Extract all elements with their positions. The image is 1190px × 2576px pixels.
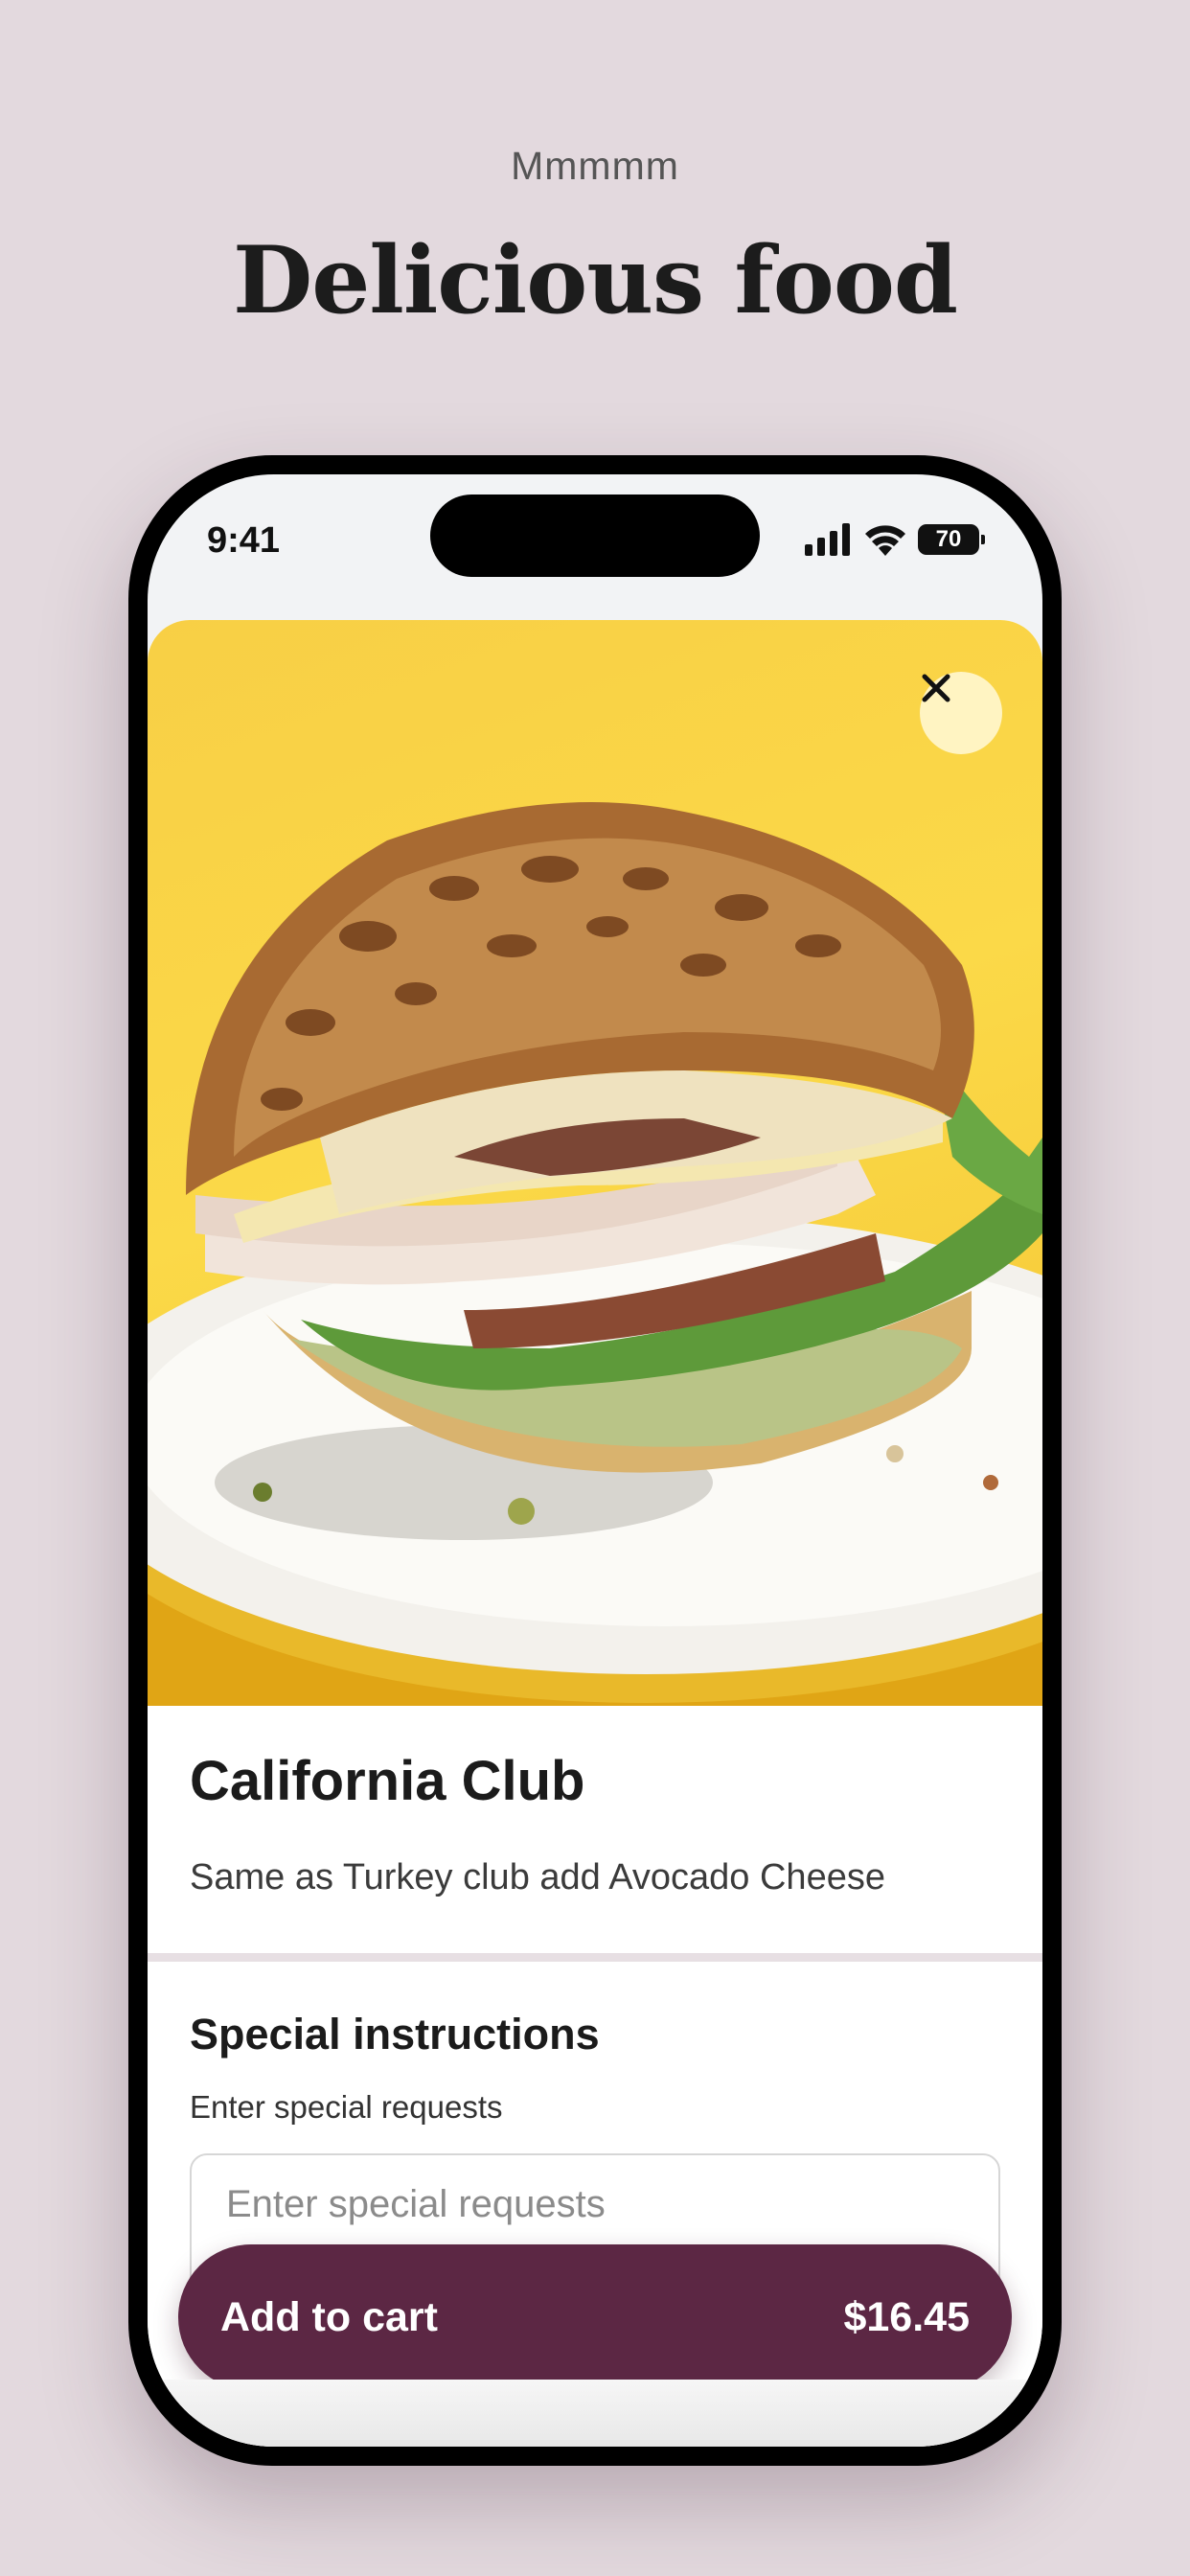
wifi-icon	[865, 525, 905, 556]
bottom-safe-area	[148, 2380, 1042, 2447]
sandwich-illustration	[148, 802, 1042, 1706]
special-requests-input[interactable]	[224, 2182, 956, 2227]
cart-price: $16.45	[843, 2293, 970, 2340]
battery-icon: 70	[918, 524, 985, 555]
special-instructions-title: Special instructions	[190, 2010, 600, 2058]
item-sheet: California Club Same as Turkey club add …	[148, 620, 1042, 2447]
item-description: Same as Turkey club add Avocado Cheese	[190, 1857, 885, 1898]
status-time: 9:41	[207, 520, 281, 561]
phone-screen: 9:41 70 California Club Same as Turkey c…	[148, 474, 1042, 2447]
status-icons: 70	[805, 522, 985, 557]
add-to-cart-label: Add to cart	[220, 2293, 438, 2340]
add-to-cart-button[interactable]: Add to cart $16.45	[178, 2244, 1012, 2390]
page-headline: Delicious food	[233, 226, 958, 334]
item-image	[148, 620, 1042, 1706]
special-instructions-subtitle: Enter special requests	[190, 2089, 503, 2125]
kicker-text: Mmmmm	[511, 144, 679, 188]
section-divider	[148, 1953, 1042, 1962]
signal-icon	[805, 523, 850, 556]
phone-frame: 9:41 70 California Club Same as Turkey c…	[128, 455, 1062, 2466]
close-icon	[922, 674, 950, 702]
dynamic-island	[430, 494, 760, 577]
close-button[interactable]	[920, 672, 1002, 754]
item-name: California Club	[190, 1750, 585, 1812]
